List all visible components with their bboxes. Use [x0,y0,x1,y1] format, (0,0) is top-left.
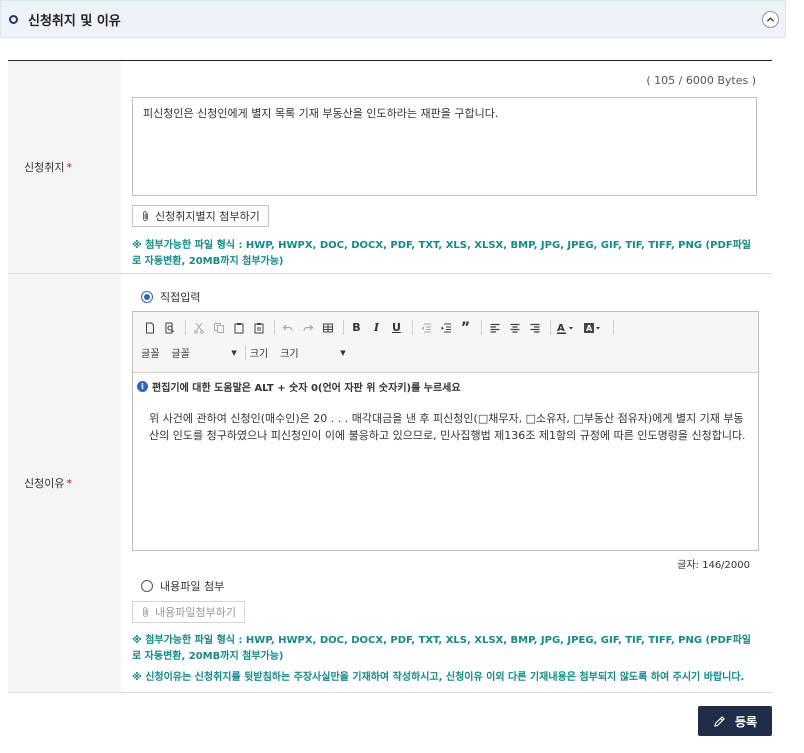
font-color-icon[interactable]: A [555,319,579,336]
italic-icon[interactable]: I [368,319,385,336]
info-icon: i [137,381,148,392]
paperclip-icon [143,607,148,617]
char-counter: 글자: 146/2000 [677,560,750,571]
svg-text:A: A [586,324,593,333]
paperclip-icon [143,211,148,221]
rich-text-editor: B I U ” A A 글꼴 글꼴 ▼ 크기 크기 ▼ i 편집기에 대한 도움… [132,311,759,551]
underline-icon[interactable]: U [388,319,405,336]
reason-guidance-note: ※ 신청이유는 신청취지를 뒷받침하는 주장사실만을 기재하여 작성하시고, 신… [132,672,745,683]
section-header: 신청취지 및 이유 [0,0,786,38]
editor-help: i 편집기에 대한 도움말은 ALT + 숫자 0(언어 자판 위 숫자키)를 … [137,379,746,394]
direct-input-option[interactable]: 직접입력 [141,289,200,305]
align-right-icon[interactable] [526,319,543,336]
purpose-label: 신청취지 * [8,61,121,273]
paste-icon[interactable] [230,319,247,336]
editor-content-area[interactable]: i 편집기에 대한 도움말은 ALT + 숫자 0(언어 자판 위 숫자키)를 … [133,373,758,550]
direct-input-radio[interactable] [141,291,153,303]
attach-purpose-button[interactable]: 신청취지별지 첨부하기 [132,205,269,227]
svg-text:A: A [557,323,565,334]
reason-content: 직접입력 B I U ” A A 글꼴 글꼴 ▼ 크기 크기 ▼ i 편집기에 … [121,274,772,692]
byte-counter: ( 105 / 6000 Bytes ) [646,74,756,87]
cut-icon[interactable] [190,319,207,336]
bullet-circle-icon [9,14,18,24]
toolbar-row-1: B I U ” A A [141,319,618,336]
font-family-select[interactable]: 글꼴 글꼴 ▼ [141,345,237,361]
font-size-select[interactable]: 크기 크기 ▼ [250,345,346,361]
toolbar-row-2: 글꼴 글꼴 ▼ 크기 크기 ▼ [141,345,354,360]
bold-icon[interactable]: B [348,319,365,336]
background-color-icon[interactable]: A [582,319,606,336]
purpose-textarea[interactable]: 피신청인은 신청인에게 별지 목록 기재 부동산을 인도하라는 재판을 구합니다… [132,97,757,196]
reason-label: 신청이유 * [8,274,121,692]
required-mark: * [66,160,72,174]
copy-icon[interactable] [210,319,227,336]
redo-icon[interactable] [299,319,316,336]
undo-icon[interactable] [279,319,296,336]
required-mark: * [66,476,72,490]
purpose-row: 신청취지 * ( 105 / 6000 Bytes ) 피신청인은 신청인에게 별… [8,61,772,274]
file-attach-radio[interactable] [141,580,153,592]
align-left-icon[interactable] [486,319,503,336]
reason-row: 신청이유 * 직접입력 B I U ” A A 글꼴 글꼴 ▼ 크기 크기 ▼ … [8,274,772,693]
paste-text-icon[interactable] [250,319,267,336]
dropdown-arrow-icon: ▼ [340,348,346,357]
form-table: 신청취지 * ( 105 / 6000 Bytes ) 피신청인은 신청인에게 별… [8,60,772,693]
blockquote-icon[interactable]: ” [457,319,474,336]
align-center-icon[interactable] [506,319,523,336]
submit-button[interactable]: 등록 [698,706,772,736]
section-title: 신청취지 및 이유 [28,13,121,29]
collapse-button[interactable] [762,11,779,28]
outdent-icon[interactable] [417,319,434,336]
chevron-up-icon [766,17,775,22]
editor-toolbar: B I U ” A A 글꼴 글꼴 ▼ 크기 크기 ▼ [133,312,758,373]
reason-file-note: ※ 첨부가능한 파일 형식 : HWP, HWPX, DOC, DOCX, PD… [132,635,751,662]
dropdown-arrow-icon: ▼ [231,348,237,357]
table-icon[interactable] [319,319,336,336]
purpose-content: ( 105 / 6000 Bytes ) 피신청인은 신청인에게 별지 목록 기… [121,61,772,273]
preview-icon[interactable] [161,319,178,336]
purpose-file-note: ※ 첨부가능한 파일 형식 : HWP, HWPX, DOC, DOCX, PD… [132,240,751,267]
editor-body-text[interactable]: 위 사건에 관하여 신청인(매수인)은 20 . . . 매각대금을 낸 후 피… [137,410,746,444]
file-attach-option[interactable]: 내용파일 첨부 [141,578,224,594]
pencil-icon [714,715,725,727]
attach-content-file-button[interactable]: 내용파일첨부하기 [132,601,245,623]
new-document-icon[interactable] [141,319,158,336]
indent-icon[interactable] [437,319,454,336]
